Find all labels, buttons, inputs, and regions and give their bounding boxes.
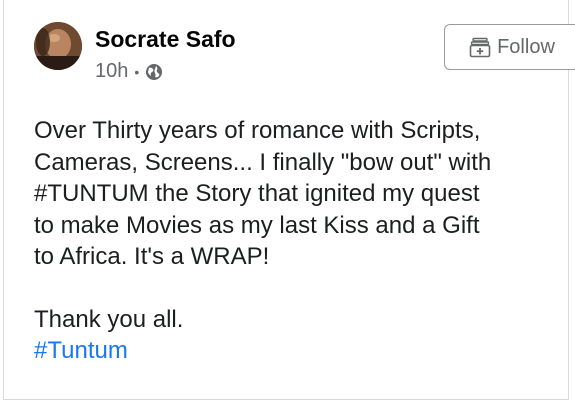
post-card: Socrate Safo 10h • Follow Over Thirty ye… bbox=[3, 0, 575, 400]
globe-icon bbox=[146, 63, 163, 80]
post-line: to make Movies as my last Kiss and a Gif… bbox=[34, 211, 480, 239]
follow-plus-icon bbox=[469, 37, 491, 58]
post-header: Socrate Safo 10h • Follow bbox=[34, 22, 575, 92]
post-line: Cameras, Screens... I finally "bow out" … bbox=[34, 148, 492, 176]
hashtag-link[interactable]: #Tuntum bbox=[34, 335, 554, 367]
follow-label: Follow bbox=[497, 35, 555, 58]
post-line: to Africa. It's a WRAP! bbox=[34, 243, 270, 270]
follow-button[interactable]: Follow bbox=[444, 24, 575, 70]
post-text: Over Thirty years of romance with Script… bbox=[34, 115, 554, 367]
avatar[interactable] bbox=[34, 22, 82, 70]
post-time[interactable]: 10h bbox=[95, 60, 128, 83]
meta-separator: • bbox=[134, 63, 140, 80]
post-line: #TUNTUM the Story that ignited my quest bbox=[34, 180, 480, 207]
avatar-photo bbox=[34, 22, 82, 70]
post-meta: 10h • bbox=[95, 60, 163, 83]
author-name[interactable]: Socrate Safo bbox=[95, 26, 236, 53]
thanks-line: Thank you all. bbox=[34, 305, 184, 333]
post-line: Over Thirty years of romance with Script… bbox=[34, 117, 481, 144]
